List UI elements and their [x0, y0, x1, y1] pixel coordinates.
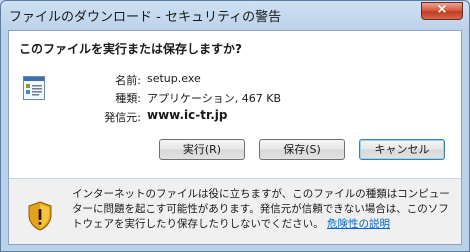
from-label: 発信元: — [104, 111, 141, 124]
name-value: setup.exe — [147, 72, 201, 85]
type-label: 種類: — [115, 92, 141, 105]
close-icon: × — [436, 2, 448, 17]
title-bar[interactable]: ファイルのダウンロード - セキュリティの警告 × — [1, 1, 469, 31]
warning-message: インターネットのファイルは役に立ちますが、このファイルの種類はコンピューターに問… — [72, 187, 456, 232]
warning-panel: インターネットのファイルは役に立ちますが、このファイルの種類はコンピューターに問… — [9, 179, 461, 244]
dialog-question: このファイルを実行または保存しますか? — [19, 42, 242, 56]
from-value: www.ic-tr.jp — [147, 108, 228, 122]
dialog-content: このファイルを実行または保存しますか? 名前: setup.exe 種類: アプ… — [8, 30, 462, 245]
window-title: ファイルのダウンロード - セキュリティの警告 — [9, 10, 282, 25]
type-value: アプリケーション, 467 KB — [147, 92, 282, 105]
security-warning-dialog: ファイルのダウンロード - セキュリティの警告 × このファイルを実行または保存… — [0, 0, 470, 252]
name-label: 名前: — [115, 74, 141, 87]
save-button[interactable]: 保存(S) — [259, 139, 345, 160]
warning-text: インターネットのファイルは役に立ちますが、このファイルの種類はコンピューターに問… — [72, 188, 450, 230]
run-button[interactable]: 実行(R) — [159, 139, 245, 160]
cancel-button[interactable]: キャンセル — [359, 139, 445, 160]
shield-warning-icon — [28, 201, 52, 231]
close-button[interactable]: × — [421, 2, 463, 20]
risk-explanation-link[interactable]: 危険性の説明 — [327, 218, 390, 230]
